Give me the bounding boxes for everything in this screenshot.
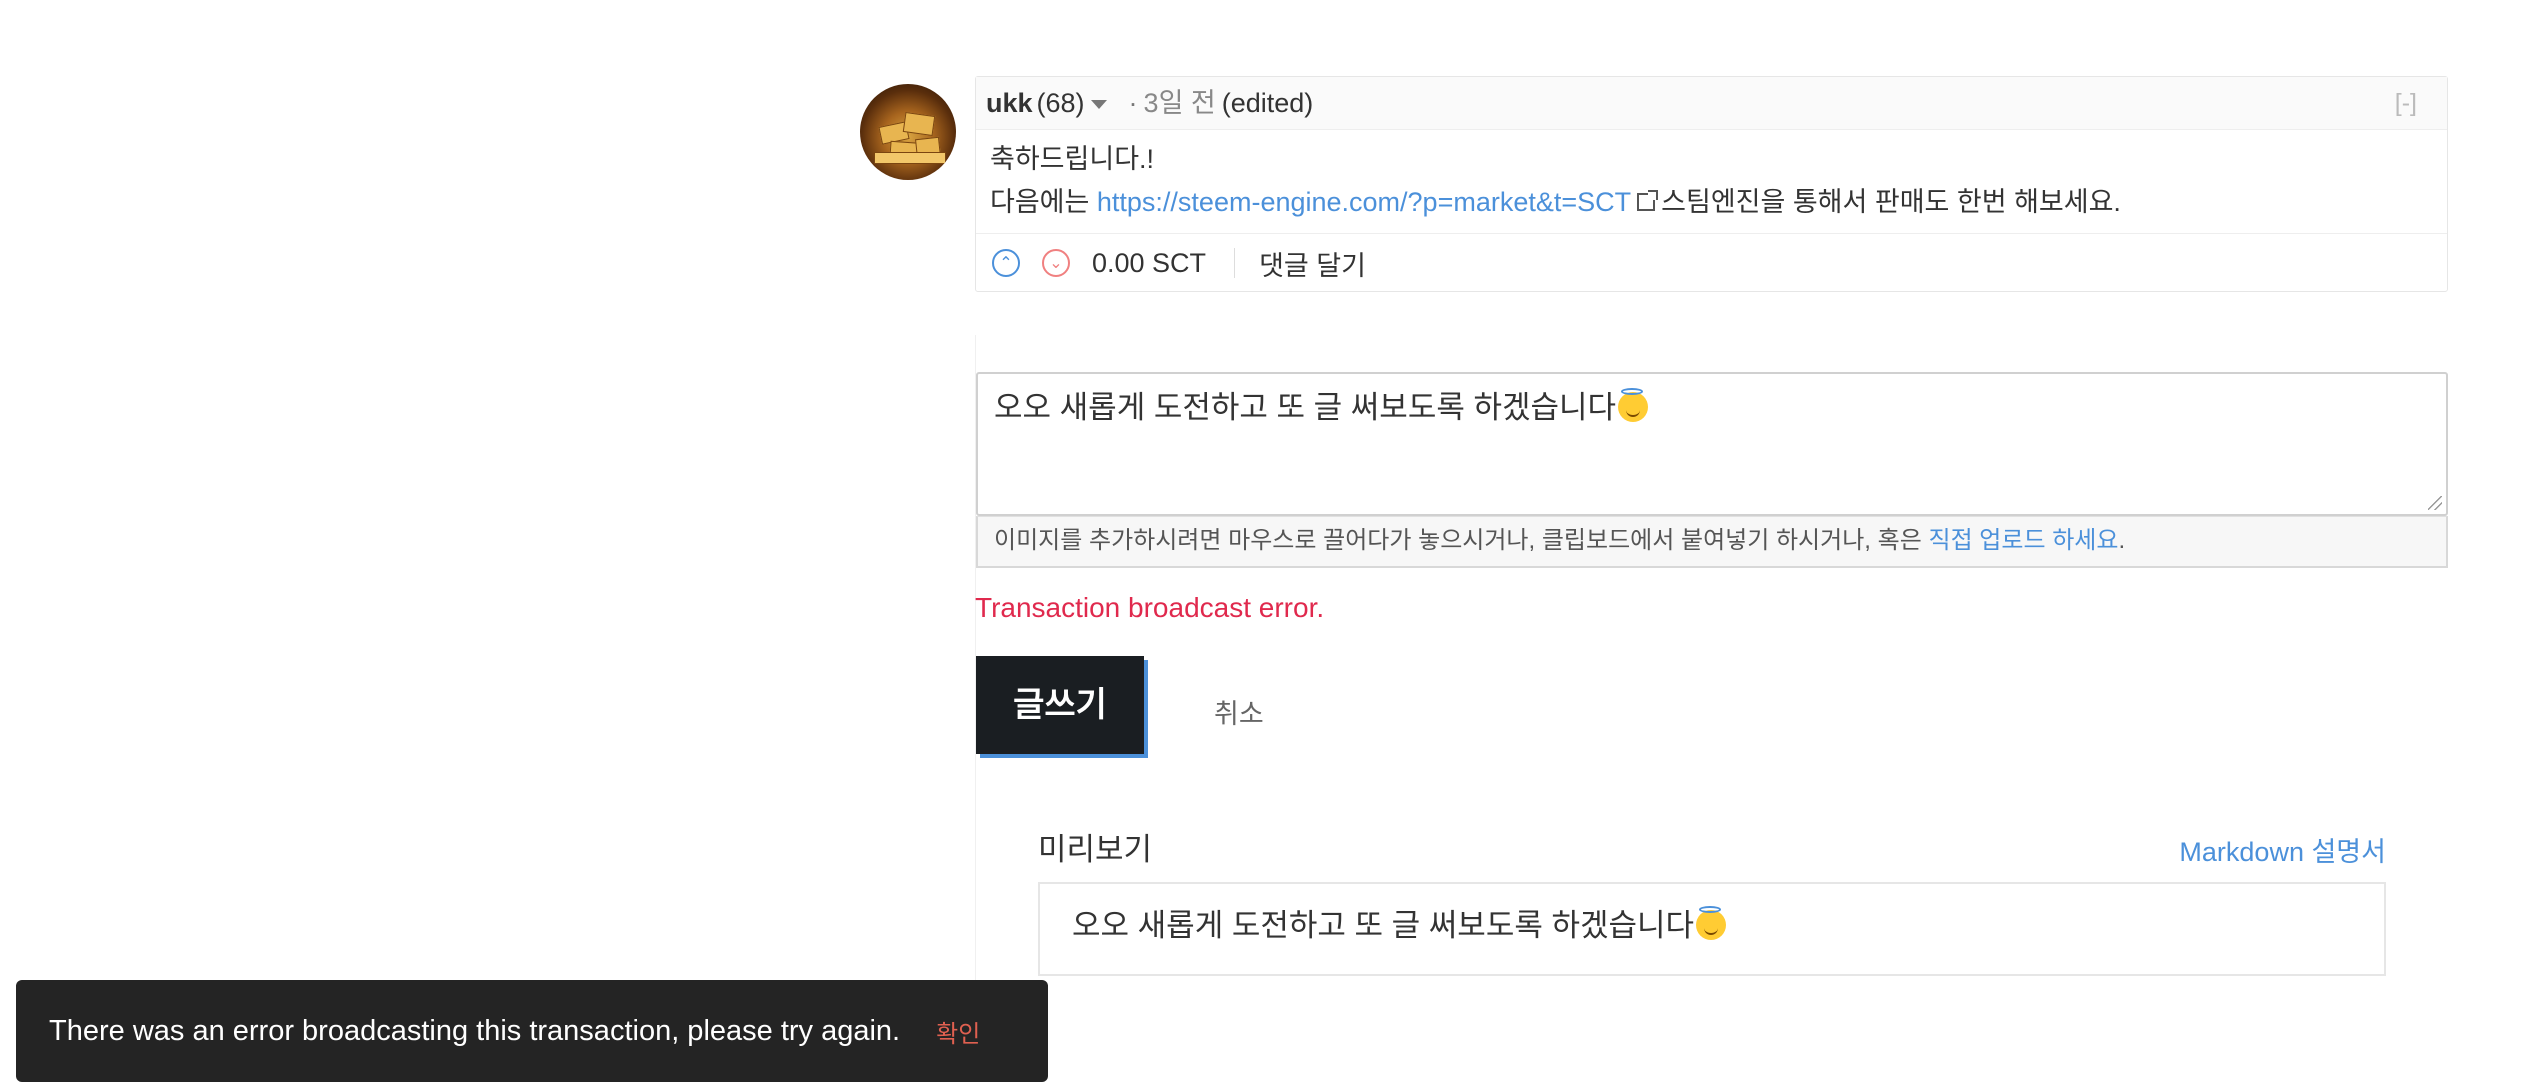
author-menu-caret-icon[interactable] [1090, 100, 1107, 110]
smiling-face-with-halo-icon [1618, 388, 1649, 422]
upvote-icon[interactable]: ⌃ [992, 249, 1020, 277]
collapse-toggle[interactable]: [-] [2395, 77, 2417, 129]
comment-body: 축하드립니다.! 다음에는 https://steem-engine.com/?… [976, 130, 2447, 234]
resize-handle-icon[interactable] [2428, 496, 2442, 510]
author-avatar[interactable] [860, 84, 956, 180]
edited-label: (edited) [1221, 88, 1314, 118]
submit-button[interactable]: 글쓰기 [976, 656, 1144, 754]
preview-title: 미리보기 [1038, 832, 1153, 867]
comment-time[interactable]: 3일 전 [1144, 88, 1216, 118]
payout-value[interactable]: 0.00 SCT [1092, 248, 1206, 279]
toast-dismiss-button[interactable]: 확인 [936, 1014, 980, 1049]
footer-divider [1234, 248, 1236, 278]
separator-dot: · [1128, 88, 1138, 118]
comment-footer: ⌃ ⌄ 0.00 SCT 댓글 달기 [976, 234, 2447, 292]
comment-author[interactable]: ukk [986, 88, 1033, 118]
comment-line-2: 다음에는 https://steem-engine.com/?p=market&… [990, 181, 2433, 224]
cancel-button[interactable]: 취소 [1214, 692, 1264, 731]
comment-line-1: 축하드립니다.! [990, 144, 1155, 174]
error-toast: There was an error broadcasting this tra… [16, 980, 1048, 1082]
comment-card: ukk (68) · 3일 전 (edited) [-] 축하드립니다.! 다음에는 h… [975, 76, 2448, 292]
comment-header: ukk (68) · 3일 전 (edited) [-] [976, 77, 2447, 130]
external-link-icon [1637, 189, 1659, 211]
reply-text: 오오 새롭게 도전하고 또 글 써보도록 하겠습니다 [994, 390, 1617, 425]
reply-button[interactable]: 댓글 달기 [1259, 244, 1366, 283]
upload-link[interactable]: 직접 업로드 하세요 [1928, 527, 2118, 554]
dropzone-hint: 이미지를 추가하시려면 마우스로 끌어다가 놓으시거나, 클립보드에서 붙여넣기… [994, 527, 1922, 554]
comment-line-2-prefix: 다음에는 [990, 187, 1090, 217]
preview-box: 오오 새롭게 도전하고 또 글 써보도록 하겠습니다 [1038, 882, 2386, 976]
steem-engine-link[interactable]: https://steem-engine.com/?p=market&t=SCT [1097, 187, 1631, 217]
preview-text: 오오 새롭게 도전하고 또 글 써보도록 하겠습니다 [1072, 908, 1695, 943]
error-message: Transaction broadcast error. [975, 592, 1325, 623]
smiling-face-with-halo-icon [1696, 906, 1727, 940]
image-dropzone[interactable]: 이미지를 추가하시려면 마우스로 끌어다가 놓으시거나, 클립보드에서 붙여넣기… [976, 516, 2448, 568]
toast-message: There was an error broadcasting this tra… [49, 1014, 901, 1047]
dropzone-period: . [2118, 527, 2126, 554]
comment-line-2-suffix: 스팀엔진을 통해서 판매도 한번 해보세요. [1661, 187, 2121, 217]
reply-textarea[interactable]: 오오 새롭게 도전하고 또 글 써보도록 하겠습니다 [976, 372, 2448, 516]
downvote-icon[interactable]: ⌄ [1042, 249, 1070, 277]
markdown-guide-link[interactable]: Markdown 설명서 [2179, 830, 2386, 869]
author-reputation: (68) [1036, 88, 1085, 118]
